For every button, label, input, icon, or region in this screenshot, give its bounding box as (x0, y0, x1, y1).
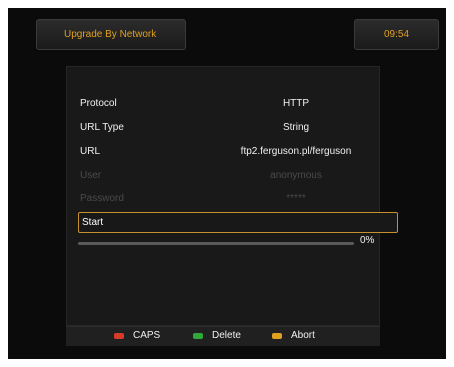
caps-key-label: CAPS (133, 330, 161, 341)
caps-key-hint: CAPS (114, 330, 160, 341)
url-value: ftp2.ferguson.pl/ferguson (240, 145, 352, 157)
clock: 09:54 (383, 29, 410, 40)
password-label: Password (80, 192, 124, 204)
yellow-key-icon (272, 332, 282, 339)
tv-screen: Upgrade By Network 09:54 Protocol HTTP U… (8, 8, 446, 359)
start-button[interactable]: Start (78, 212, 398, 233)
url-label: URL (80, 145, 101, 157)
page-title-box: Upgrade By Network (36, 19, 186, 50)
protocol-value: HTTP (282, 97, 310, 109)
protocol-row[interactable]: Protocol HTTP (78, 94, 364, 112)
url-type-row[interactable]: URL Type String (78, 118, 364, 136)
user-label: User (80, 169, 102, 181)
start-label: Start (82, 217, 104, 228)
progress-bar (78, 242, 354, 245)
delete-key-label: Delete (212, 330, 241, 341)
delete-key-hint: Delete (193, 330, 241, 341)
abort-key-label: Abort (291, 330, 315, 341)
url-type-value: String (282, 121, 310, 133)
red-key-icon (114, 332, 124, 339)
green-key-icon (193, 332, 203, 339)
protocol-label: Protocol (80, 97, 117, 109)
user-value: anonymous (270, 169, 322, 181)
page-title: Upgrade By Network (64, 29, 157, 40)
clock-box: 09:54 (354, 19, 439, 50)
color-key-legend: CAPS Delete Abort (66, 326, 380, 346)
user-row: User anonymous (78, 166, 364, 184)
password-row: Password ***** (78, 189, 364, 207)
progress-percent: 0% (360, 235, 375, 246)
url-row[interactable]: URL ftp2.ferguson.pl/ferguson (78, 142, 364, 160)
url-type-label: URL Type (80, 121, 124, 133)
password-value: ***** (286, 192, 306, 204)
abort-key-hint: Abort (272, 330, 315, 341)
settings-panel: Protocol HTTP URL Type String URL ftp2.f… (66, 66, 398, 326)
